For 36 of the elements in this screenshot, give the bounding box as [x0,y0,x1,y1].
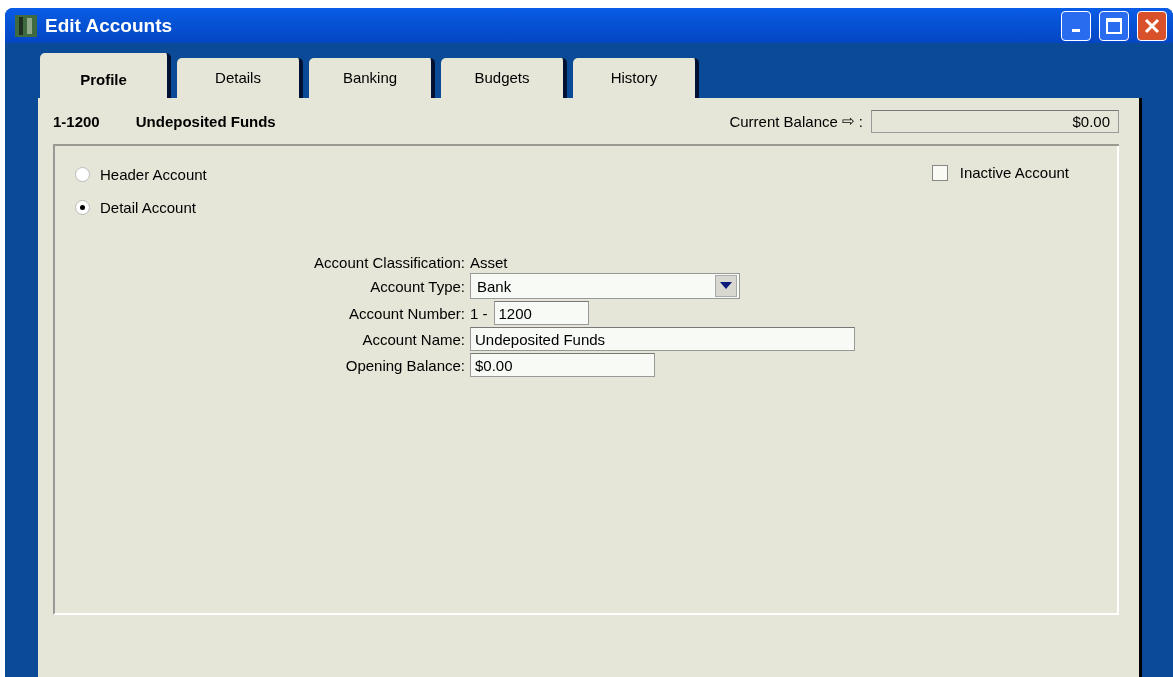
classification-value: Asset [470,254,508,271]
account-name-heading: Undeposited Funds [135,112,276,130]
account-prefix: 1 - [470,304,488,322]
checkbox[interactable] [931,164,948,181]
maximize-icon [1105,16,1123,35]
balance-colon: : [858,112,863,130]
arrow-glyph: ⇨ [841,112,855,130]
radio-label: Header Account [100,166,207,183]
field-label: Account Name: [361,330,465,348]
field-label: Account Classification: [313,254,465,271]
balance-label: Current Balance [729,112,838,130]
balance-value: $0.00 [871,109,1119,133]
close-icon [1144,17,1160,34]
radio-button[interactable] [75,167,90,182]
tab[interactable]: Profile [40,53,171,99]
tab[interactable]: Details [177,58,303,98]
minimize-button[interactable] [1061,10,1091,41]
minimize-icon [1072,29,1080,32]
window-title: Edit Accounts [45,14,173,37]
account-name-field[interactable]: Undeposited Funds [470,327,855,351]
app-icon [15,14,37,37]
account-number-heading: 1-1200 [53,112,100,130]
maximize-button[interactable] [1099,10,1129,41]
radio-label: Detail Account [100,199,196,216]
opening-balance-field[interactable]: $0.00 [470,353,655,377]
checkbox-label: Inactive Account [959,164,1069,181]
tab[interactable]: History [573,58,699,98]
tab[interactable]: Budgets [441,58,567,98]
field-label: Account Type: [369,277,465,295]
account-number-field[interactable]: 1200 [493,301,589,325]
field-label: Opening Balance: [344,356,465,374]
radio-button[interactable] [75,200,90,215]
close-button[interactable] [1137,10,1167,41]
account-type-dropdown[interactable]: Bank [470,273,740,299]
field-label: Account Number: [348,304,465,322]
tab[interactable]: Banking [309,58,435,98]
